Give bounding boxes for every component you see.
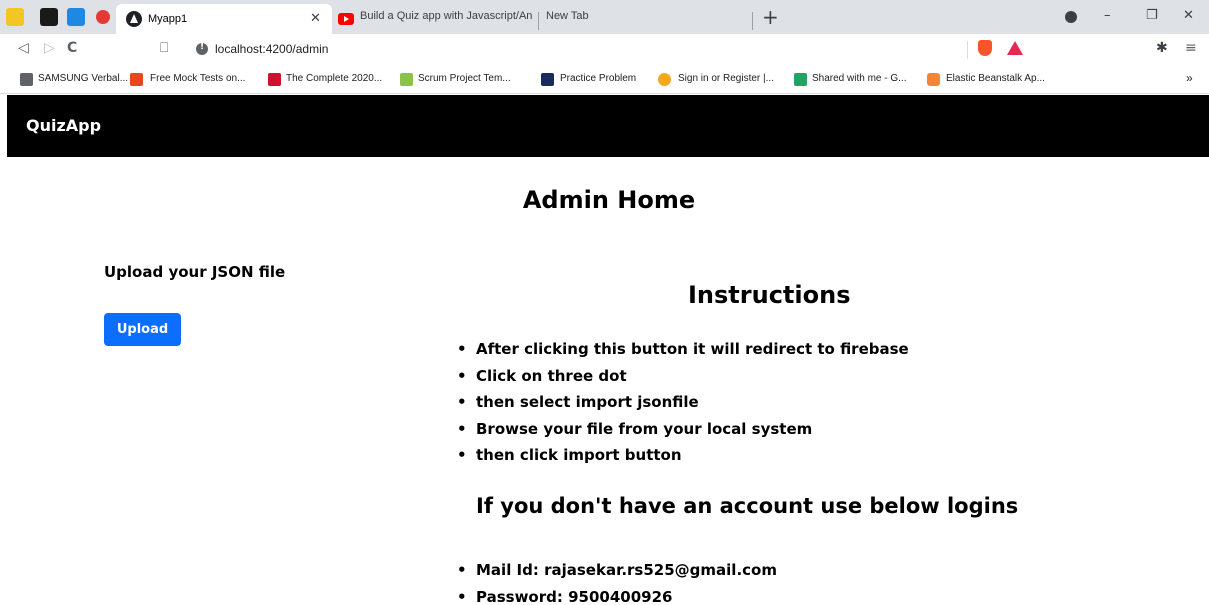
instructions-title: Instructions: [688, 281, 851, 309]
upload-heading: Upload your JSON file: [104, 263, 286, 281]
list-item: Password: 9500400926: [457, 584, 777, 605]
brand-logo[interactable]: QuizApp: [26, 116, 101, 135]
bookmark-item[interactable]: Practice Problem: [560, 73, 636, 84]
profile-icon[interactable]: [1065, 11, 1077, 23]
list-item: then select import jsonfile: [457, 389, 909, 416]
address-text[interactable]: localhost:4200/admin: [215, 42, 328, 56]
tab-title: New Tab: [546, 10, 589, 22]
bookmark-item[interactable]: SAMSUNG Verbal...: [38, 73, 128, 84]
list-item: then click import button: [457, 442, 909, 469]
toolbar-divider: [967, 41, 968, 59]
extensions-icon[interactable]: ✱: [1156, 40, 1168, 56]
instructions-list: After clicking this button it will redir…: [457, 336, 909, 469]
restore-button[interactable]: ❐: [1146, 8, 1158, 23]
page-title: Admin Home: [522, 186, 696, 214]
back-icon[interactable]: ◁: [18, 40, 29, 56]
list-item: Browse your file from your local system: [457, 416, 909, 443]
menu-icon[interactable]: ≡: [1185, 40, 1197, 56]
account-heading: If you don't have an account use below l…: [476, 494, 1019, 518]
tab-separator: [752, 12, 753, 30]
tab-youtube[interactable]: Build a Quiz app with Javascript/Angu: [338, 4, 533, 34]
bookmark-item[interactable]: Elastic Beanstalk Ap...: [946, 73, 1045, 84]
bookmark-icon: [130, 73, 143, 86]
bookmark-icon: [268, 73, 281, 86]
bookmarks-bar: SAMSUNG Verbal... Free Mock Tests on... …: [0, 66, 1209, 94]
brave-rewards-icon[interactable]: [1007, 41, 1023, 55]
bookmarks-overflow-button[interactable]: »: [1186, 71, 1193, 85]
pinned-tab-icon[interactable]: [40, 8, 58, 26]
browser-toolbar: ◁ ▷ C ⎕ localhost:4200/admin ✱ ≡: [0, 34, 1209, 66]
reload-icon[interactable]: C: [67, 40, 77, 56]
pinned-tab-icon[interactable]: [67, 8, 85, 26]
bookmark-icon: [794, 73, 807, 86]
bookmark-icon: [20, 73, 33, 86]
bookmark-icon: [927, 73, 940, 86]
window-close-button[interactable]: ✕: [1183, 8, 1194, 23]
bookmark-item[interactable]: Free Mock Tests on...: [150, 73, 245, 84]
list-item: Click on three dot: [457, 363, 909, 390]
upload-button[interactable]: Upload: [104, 313, 181, 346]
angular-icon: [126, 11, 142, 27]
bookmark-item[interactable]: The Complete 2020...: [286, 73, 382, 84]
bookmark-icon: [400, 73, 413, 86]
bookmark-item[interactable]: Scrum Project Tem...: [418, 73, 511, 84]
address-bar[interactable]: localhost:4200/admin: [180, 38, 1042, 62]
tab-strip: Myapp1 ✕ Build a Quiz app with Javascrip…: [0, 0, 1209, 34]
close-tab-icon[interactable]: ✕: [310, 11, 321, 26]
bookmark-icon: [658, 73, 671, 86]
tab-myapp1[interactable]: Myapp1 ✕: [116, 4, 332, 34]
pinned-tab-icon[interactable]: [96, 10, 110, 24]
new-tab-button[interactable]: +: [762, 5, 779, 29]
tab-new-tab[interactable]: New Tab: [546, 4, 746, 34]
bookmark-page-icon[interactable]: ⎕: [160, 40, 168, 56]
bookmark-icon: [541, 73, 554, 86]
logins-list: Mail Id: rajasekar.rs525@gmail.com Passw…: [457, 557, 777, 605]
pinned-tab-icon[interactable]: [6, 8, 24, 26]
list-item: Mail Id: rajasekar.rs525@gmail.com: [457, 557, 777, 584]
minimize-button[interactable]: –: [1104, 8, 1111, 23]
tab-separator: [538, 12, 539, 30]
tab-title: Build a Quiz app with Javascript/Angu: [360, 10, 532, 22]
list-item: After clicking this button it will redir…: [457, 336, 909, 363]
brave-shields-icon[interactable]: [978, 40, 992, 56]
app-navbar: QuizApp: [7, 95, 1209, 157]
youtube-icon: [338, 13, 354, 25]
bookmark-item[interactable]: Sign in or Register |...: [678, 73, 774, 84]
tab-title: Myapp1: [148, 13, 188, 25]
forward-icon[interactable]: ▷: [44, 40, 55, 56]
site-info-icon[interactable]: [196, 42, 208, 55]
bookmark-item[interactable]: Shared with me - G...: [812, 73, 906, 84]
